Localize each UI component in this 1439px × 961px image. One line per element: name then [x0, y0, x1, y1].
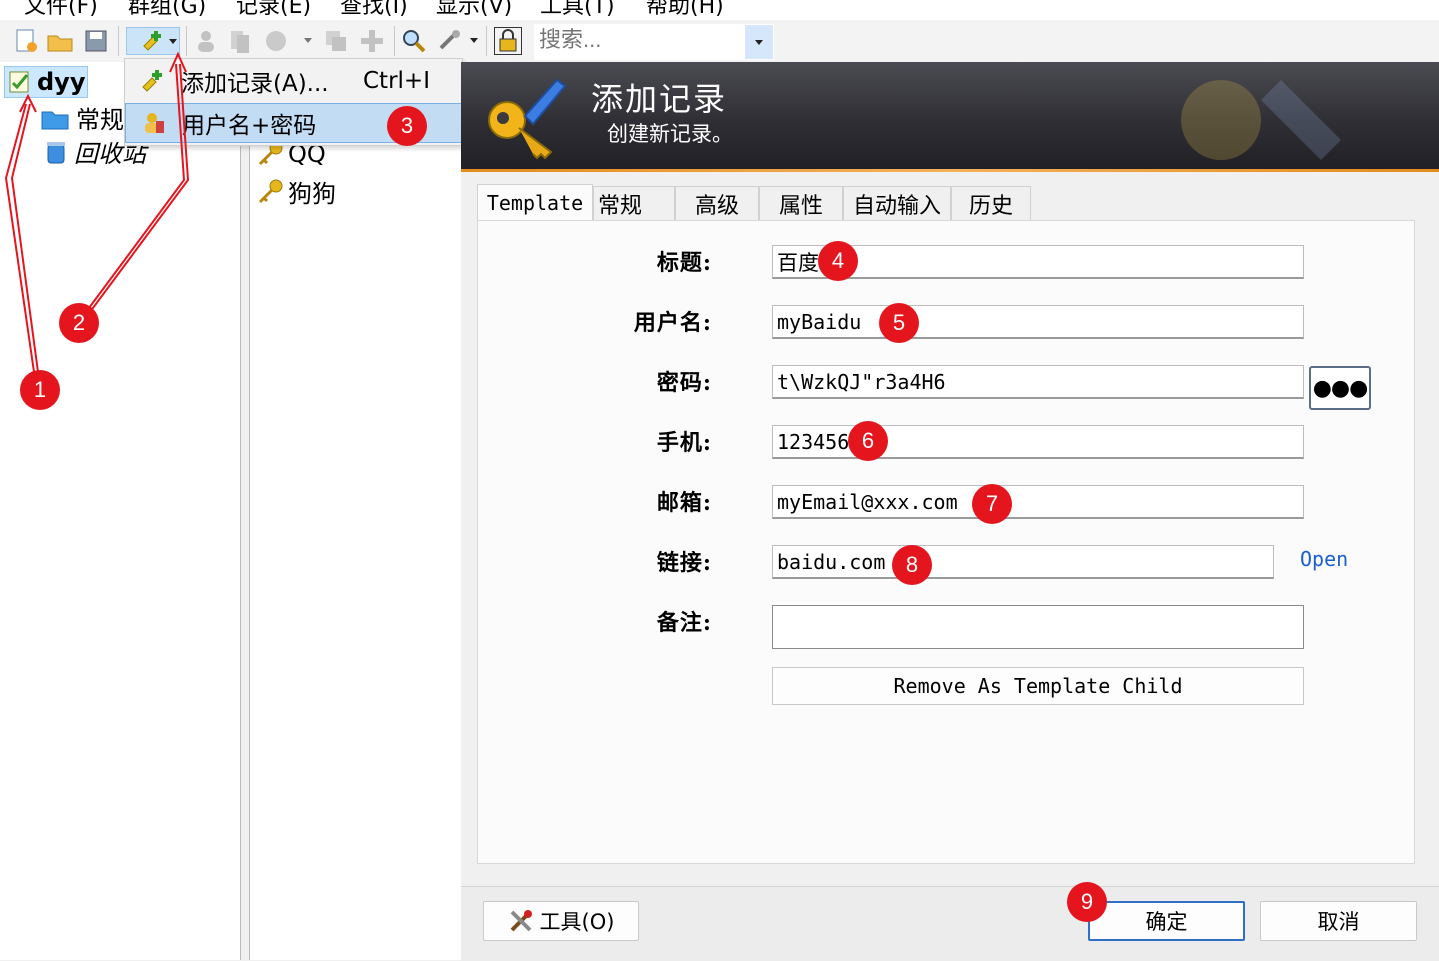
folder-icon [41, 111, 69, 129]
add-entry-dialog: 添加记录 创建新记录。 Template 常规 高级 属性 自动输入 历史 标题… [461, 62, 1439, 961]
move-icon [358, 27, 386, 55]
password-visibility-button[interactable]: ●●● [1309, 366, 1371, 410]
annotation-badge-7: 7 [972, 484, 1012, 524]
copy-password-icon [226, 27, 254, 55]
tab-properties[interactable]: 属性 [759, 186, 843, 220]
annotation-badge-1: 1 [20, 370, 60, 410]
title-label: 标题: [656, 250, 712, 276]
dialog-subtitle: 创建新记录。 [607, 122, 733, 146]
annotation-badge-6: 6 [848, 421, 888, 461]
annotation-badge-4: 4 [818, 241, 858, 281]
save-icon[interactable] [82, 27, 110, 55]
tree-item-label: 常规 [76, 106, 124, 134]
tree-root-dyy[interactable]: dyy [4, 66, 88, 98]
username-password-icon [145, 113, 164, 133]
email-label: 邮箱: [656, 490, 712, 516]
menu-find[interactable]: 查找(I) [340, 0, 408, 20]
annotation-badge-9: 9 [1067, 882, 1107, 922]
menu-file[interactable]: 文件(F) [24, 0, 98, 20]
dialog-banner: 添加记录 创建新记录。 [461, 62, 1439, 172]
open-link[interactable]: Open [1300, 547, 1348, 571]
banner-accent [461, 169, 1439, 172]
menu-item-add-entry[interactable]: 添加记录(A)... Ctrl+I [125, 61, 462, 101]
search-icon[interactable] [400, 27, 428, 55]
search-box[interactable] [534, 24, 774, 60]
tools-icon [510, 910, 532, 932]
tree-item-general[interactable]: 常规 [40, 100, 124, 135]
menu-item-shortcut: Ctrl+I [363, 68, 430, 94]
tools-button-label: 工具(O) [539, 910, 615, 934]
menu-tools[interactable]: 工具(T) [540, 0, 615, 20]
password-field[interactable]: t\WzkQJ"r3a4H6 [772, 365, 1304, 399]
recycle-bin-icon [47, 141, 65, 163]
username-label: 用户名: [633, 310, 712, 336]
menu-help[interactable]: 帮助(H) [646, 0, 724, 20]
copy-entry-icon [322, 27, 350, 55]
menu-group[interactable]: 群组(G) [128, 0, 206, 20]
menu-item-label: 添加记录(A)... [181, 71, 329, 97]
user-icon [192, 27, 220, 55]
chevron-down-icon[interactable] [470, 38, 478, 43]
annotation-badge-2: 2 [59, 303, 99, 343]
search-input[interactable] [535, 25, 743, 55]
tab-advanced[interactable]: 高级 [675, 186, 759, 220]
add-entry-icon [142, 70, 162, 92]
template-tab-panel: 标题: 百度 用户名: myBaidu 密码: t\WzkQJ"r3a4H6 手… [477, 220, 1415, 864]
tree-root-label: dyy [37, 68, 86, 96]
annotation-badge-3: 3 [387, 106, 427, 146]
dialog-button-bar: 工具(O) 确定 取消 [461, 886, 1439, 961]
lock-icon[interactable] [494, 27, 522, 55]
link-label: 链接: [656, 550, 712, 576]
menu-bar: 文件(F) 群组(G) 记录(E) 查找(I) 显示(V) 工具(T) 帮助(H… [0, 0, 1439, 20]
annotation-badge-8: 8 [892, 545, 932, 585]
chevron-down-icon [304, 38, 312, 43]
link-field[interactable]: baidu.com [772, 545, 1274, 579]
password-label: 密码: [656, 370, 712, 396]
chevron-down-icon [755, 39, 763, 45]
dialog-title: 添加记录 [591, 80, 728, 118]
email-field[interactable]: myEmail@xxx.com [772, 485, 1304, 519]
tools-button[interactable]: 工具(O) [483, 901, 639, 941]
tab-auto-type[interactable]: 自动输入 [843, 186, 951, 220]
watermark-key-icon [1181, 80, 1341, 160]
remove-as-template-child-button[interactable]: Remove As Template Child [772, 667, 1304, 705]
tab-template[interactable]: Template [477, 184, 593, 220]
tab-general[interactable]: 常规 [593, 186, 675, 220]
entry-title: 狗狗 [288, 180, 336, 208]
list-item[interactable]: 狗狗 [256, 174, 336, 209]
notes-field[interactable] [772, 605, 1304, 649]
key-icon [258, 179, 283, 203]
notes-label: 备注: [656, 610, 712, 636]
globe-icon [262, 27, 290, 55]
new-database-icon[interactable] [12, 27, 40, 55]
cancel-button[interactable]: 取消 [1260, 901, 1417, 941]
chevron-down-icon[interactable] [169, 39, 177, 44]
key-pen-icon [488, 78, 567, 160]
search-dropdown-button[interactable] [745, 25, 773, 59]
menu-entry[interactable]: 记录(E) [236, 0, 311, 20]
add-entry-icon[interactable] [126, 27, 180, 55]
ok-button[interactable]: 确定 [1088, 901, 1245, 941]
menu-view[interactable]: 显示(V) [436, 0, 512, 20]
annotation-badge-5: 5 [879, 303, 919, 343]
entry-list: QQ 狗狗 [249, 140, 462, 960]
menu-item-label: 用户名+密码 [182, 113, 317, 139]
database-icon [9, 71, 29, 93]
group-tree: dyy 常规 回收站 [0, 62, 241, 960]
toolbar [0, 20, 1439, 63]
open-database-icon[interactable] [46, 27, 74, 55]
tools-icon[interactable] [436, 27, 464, 55]
username-field[interactable]: myBaidu [772, 305, 1304, 339]
phone-label: 手机: [656, 430, 712, 456]
tab-history[interactable]: 历史 [951, 186, 1031, 220]
